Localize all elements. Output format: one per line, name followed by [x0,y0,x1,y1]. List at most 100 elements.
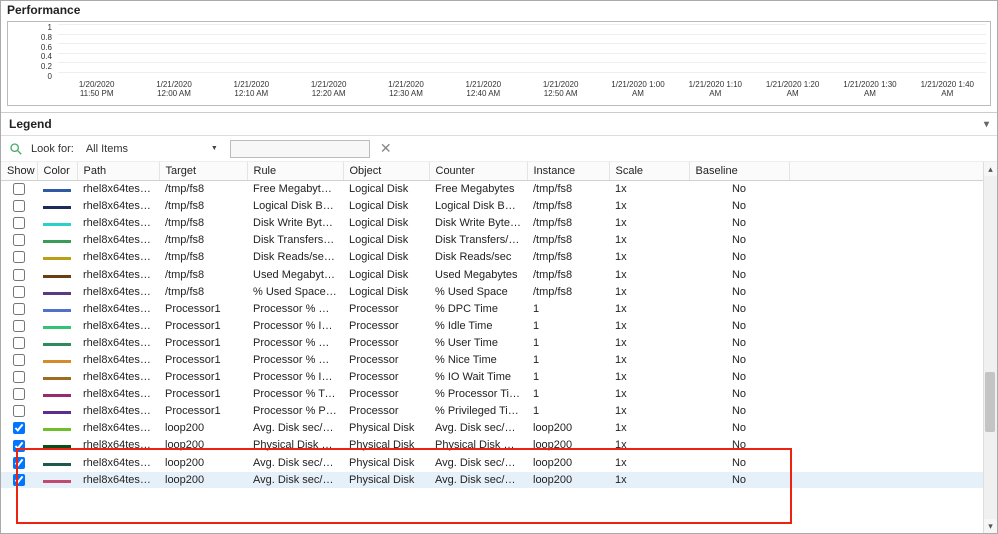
table-row[interactable]: rhel8x64test01/tmp/fs8Free Megabyt…Logic… [1,181,997,198]
table-row[interactable]: rhel8x64test01Processor1Processor % Priv… [1,403,997,420]
col-baseline[interactable]: Baseline [689,162,789,181]
cell-baseline: No [689,232,789,249]
cell-rule: % Used Space (… [247,283,343,300]
show-checkbox[interactable] [13,217,25,229]
table-row[interactable]: rhel8x64test01/tmp/fs8Logical Disk Byt…L… [1,198,997,215]
cell-path: rhel8x64test01 [77,181,159,198]
scroll-down-icon[interactable]: ▾ [984,519,997,533]
show-checkbox[interactable] [13,337,25,349]
cell-instance: 1 [527,351,609,368]
table-row[interactable]: rhel8x64test01/tmp/fs8Disk Reads/sec (…L… [1,249,997,266]
cell-rule: Processor % Priv… [247,403,343,420]
performance-chart[interactable]: 10.80.60.40.20 1/20/2020 11:50 PM1/21/20… [7,21,991,106]
col-path[interactable]: Path [77,162,159,181]
show-checkbox[interactable] [13,440,25,452]
vertical-scrollbar[interactable]: ▴ ▾ [983,162,997,533]
series-color-swatch [43,206,71,209]
table-row[interactable]: rhel8x64test01loop200Avg. Disk sec/Re…Ph… [1,454,997,471]
cell-scale: 1x [609,317,689,334]
cell-path: rhel8x64test01 [77,300,159,317]
table-row[interactable]: rhel8x64test01loop200Avg. Disk sec/Tr…Ph… [1,420,997,437]
show-checkbox[interactable] [13,422,25,434]
cell-target: Processor1 [159,386,247,403]
col-object[interactable]: Object [343,162,429,181]
cell-baseline: No [689,403,789,420]
table-row[interactable]: rhel8x64test01loop200Avg. Disk sec/W…Phy… [1,471,997,488]
table-header-row: Show Color Path Target Rule Object Count… [1,162,997,181]
col-filler [789,162,997,181]
grid-line [58,34,986,44]
cell-target: Processor1 [159,369,247,386]
cell-counter: Disk Write Bytes… [429,215,527,232]
table-row[interactable]: rhel8x64test01Processor1Processor % Tim…… [1,386,997,403]
show-checkbox[interactable] [13,269,25,281]
cell-object: Logical Disk [343,266,429,283]
table-row[interactable]: rhel8x64test01loop200Physical Disk Byt…P… [1,437,997,454]
show-checkbox[interactable] [13,320,25,332]
col-show[interactable]: Show [1,162,37,181]
show-checkbox[interactable] [13,457,25,469]
table-row[interactable]: rhel8x64test01Processor1Processor % Idle… [1,317,997,334]
cell-object: Logical Disk [343,232,429,249]
search-input[interactable] [230,140,370,158]
cell-target: loop200 [159,437,247,454]
cell-rule: Processor % Nic… [247,351,343,368]
show-checkbox[interactable] [13,405,25,417]
show-checkbox[interactable] [13,354,25,366]
show-checkbox[interactable] [13,286,25,298]
cell-scale: 1x [609,403,689,420]
legend-header[interactable]: Legend ▾ [1,113,997,136]
col-instance[interactable]: Instance [527,162,609,181]
y-tick: 0.8 [41,34,52,42]
cell-path: rhel8x64test01 [77,403,159,420]
table-row[interactable]: rhel8x64test01/tmp/fs8% Used Space (…Log… [1,283,997,300]
cell-path: rhel8x64test01 [77,334,159,351]
cell-rule: Processor % Idle… [247,317,343,334]
look-for-bar: Look for: All Items ▼ ✕ [1,136,997,162]
table-row[interactable]: rhel8x64test01/tmp/fs8Disk Transfers/s…L… [1,232,997,249]
col-scale[interactable]: Scale [609,162,689,181]
show-checkbox[interactable] [13,371,25,383]
series-color-swatch [43,377,71,380]
col-rule[interactable]: Rule [247,162,343,181]
table-row[interactable]: rhel8x64test01/tmp/fs8Disk Write Bytes…L… [1,215,997,232]
scroll-up-icon[interactable]: ▴ [984,162,997,176]
table-row[interactable]: rhel8x64test01Processor1Processor % IO T… [1,369,997,386]
x-tick: 1/21/2020 12:10 AM [213,81,290,103]
cell-instance: /tmp/fs8 [527,232,609,249]
show-checkbox[interactable] [13,251,25,263]
table-row[interactable]: rhel8x64test01/tmp/fs8Used Megabytes…Log… [1,266,997,283]
table-row[interactable]: rhel8x64test01Processor1Processor % Use…… [1,334,997,351]
cell-instance: 1 [527,300,609,317]
cell-scale: 1x [609,198,689,215]
cell-instance: loop200 [527,437,609,454]
cell-object: Logical Disk [343,249,429,266]
cell-baseline: No [689,334,789,351]
show-checkbox[interactable] [13,200,25,212]
y-tick: 0.4 [41,53,52,61]
scroll-thumb[interactable] [985,372,995,432]
app-window: Performance 10.80.60.40.20 1/20/2020 11:… [0,0,998,534]
col-color[interactable]: Color [37,162,77,181]
scope-dropdown[interactable]: All Items ▼ [82,140,222,158]
series-color-swatch [43,309,71,312]
table-row[interactable]: rhel8x64test01Processor1Processor % Nic…… [1,351,997,368]
show-checkbox[interactable] [13,303,25,315]
cell-target: Processor1 [159,403,247,420]
cell-counter: % User Time [429,334,527,351]
cell-counter: Free Megabytes [429,181,527,198]
col-target[interactable]: Target [159,162,247,181]
cell-instance: /tmp/fs8 [527,283,609,300]
show-checkbox[interactable] [13,388,25,400]
cell-target: loop200 [159,471,247,488]
show-checkbox[interactable] [13,234,25,246]
cell-baseline: No [689,300,789,317]
col-counter[interactable]: Counter [429,162,527,181]
cell-scale: 1x [609,386,689,403]
show-checkbox[interactable] [13,474,25,486]
search-icon [9,142,23,156]
clear-icon[interactable]: ✕ [378,140,394,157]
show-checkbox[interactable] [13,183,25,195]
table-row[interactable]: rhel8x64test01Processor1Processor % DP…P… [1,300,997,317]
cell-instance: 1 [527,403,609,420]
